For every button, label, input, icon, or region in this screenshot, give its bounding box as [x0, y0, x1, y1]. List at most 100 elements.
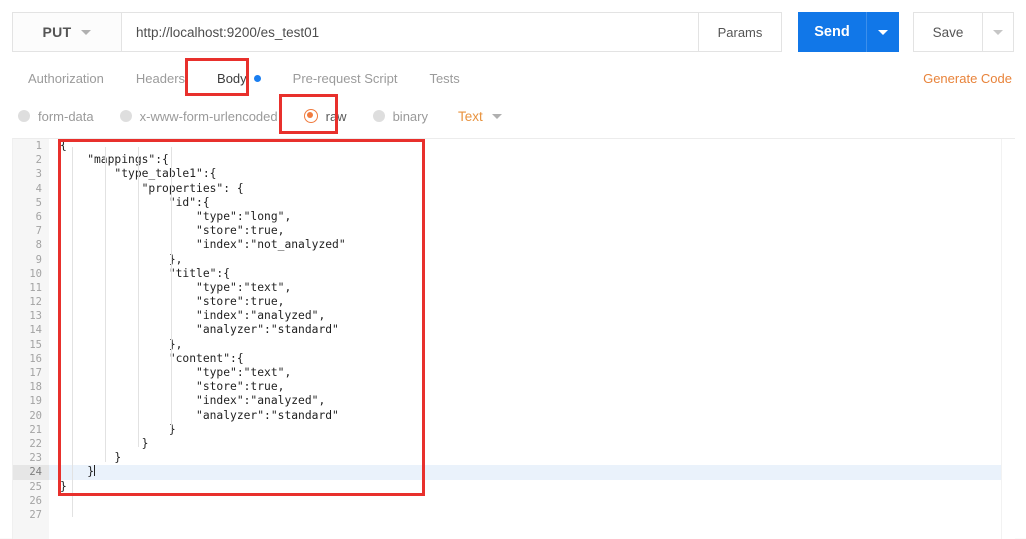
code-line[interactable]: "analyzer":"standard"	[49, 409, 1015, 423]
line-number: 21	[29, 423, 42, 436]
code-line[interactable]: }	[49, 437, 1015, 451]
tab-label: Headers	[135, 70, 186, 86]
line-number: 7	[35, 225, 42, 238]
code-line[interactable]: }	[49, 451, 1015, 465]
text-cursor	[94, 465, 96, 477]
tab-tests[interactable]: Tests	[413, 60, 475, 96]
code-line[interactable]	[49, 508, 1015, 522]
params-button[interactable]: Params	[699, 12, 782, 52]
code-line[interactable]: "title":{	[49, 267, 1015, 281]
line-number: 25	[29, 480, 42, 493]
line-number: 11	[29, 281, 42, 294]
line-number: 20	[29, 409, 42, 422]
save-options-button[interactable]	[982, 12, 1014, 52]
http-method-label: PUT	[42, 24, 72, 40]
code-line[interactable]: "id":{	[49, 196, 1015, 210]
code-line[interactable]: },	[49, 338, 1015, 352]
chevron-down-icon	[81, 29, 92, 35]
request-tabs: Authorization Headers Body Pre-request S…	[0, 60, 1026, 96]
code-line[interactable]: },	[49, 253, 1015, 267]
code-line[interactable]: "index":"analyzed",	[49, 309, 1015, 323]
tab-authorization[interactable]: Authorization	[12, 60, 120, 96]
radio-icon[interactable]	[372, 110, 385, 122]
radio-icon[interactable]	[119, 110, 132, 122]
editor-line-numbers: 1 2 3 4 5 6 7 8 9 10 11 12 13 14 15 16 17 18 19 20 21 22 23 24 2…	[13, 139, 50, 539]
code-line[interactable]: "type":"long",	[49, 210, 1015, 224]
url-input-wrapper[interactable]	[121, 12, 699, 52]
code-line[interactable]: "store":true,	[49, 224, 1015, 238]
send-options-button[interactable]	[866, 12, 899, 52]
tab-body[interactable]: Body	[201, 60, 277, 96]
content-type-label: Text	[458, 108, 483, 124]
code-line[interactable]	[49, 494, 1015, 508]
code-line[interactable]: "type":"text",	[49, 366, 1015, 380]
body-type-row: form-data x-www-form-urlencoded raw bina…	[0, 96, 1026, 136]
line-number: 1	[35, 140, 42, 152]
send-button-group: Send	[798, 12, 899, 52]
tab-label: Body	[217, 70, 247, 86]
tab-label: Authorization	[28, 70, 104, 86]
body-type-label: raw	[325, 108, 347, 124]
content-type-selector[interactable]: Text	[458, 109, 502, 124]
scrollbar-thumb[interactable]	[1006, 141, 1012, 261]
line-number: 22	[29, 437, 42, 450]
line-number: 8	[35, 239, 42, 252]
body-type-binary[interactable]: binary	[372, 108, 428, 124]
line-number: 18	[29, 381, 42, 394]
body-content-indicator-dot	[253, 74, 261, 82]
code-line[interactable]: "type_table1":{	[49, 167, 1015, 181]
generate-code-link[interactable]: Generate Code	[923, 60, 1012, 96]
code-line[interactable]: }	[49, 423, 1015, 437]
chevron-down-icon	[491, 113, 502, 119]
url-input[interactable]	[122, 13, 698, 51]
request-url-bar: PUT Params Send Save	[12, 12, 1014, 52]
params-label: Params	[717, 24, 763, 40]
code-line[interactable]: "index":"analyzed",	[49, 394, 1015, 408]
line-number: 23	[29, 452, 42, 465]
body-type-label: form-data	[38, 108, 94, 124]
save-label: Save	[932, 24, 964, 40]
line-number: 9	[35, 253, 42, 266]
body-type-x-www-form-urlencoded[interactable]: x-www-form-urlencoded	[119, 109, 278, 124]
generate-code-label: Generate Code	[923, 70, 1012, 86]
tab-label: Pre-request Script	[292, 70, 398, 86]
send-button[interactable]: Send	[798, 12, 866, 52]
body-type-form-data[interactable]: form-data	[18, 109, 94, 124]
code-line[interactable]: "store":true,	[49, 295, 1015, 309]
body-type-label: binary	[392, 108, 428, 124]
code-line[interactable]: "analyzer":"standard"	[49, 323, 1015, 337]
line-number: 12	[29, 296, 42, 309]
code-line[interactable]: "mappings":{	[49, 153, 1015, 167]
line-number: 3	[35, 168, 42, 181]
postman-request-builder: PUT Params Send Save	[0, 0, 1026, 539]
line-number: 13	[29, 310, 42, 323]
save-button[interactable]: Save	[913, 12, 982, 52]
chevron-down-icon	[993, 29, 1003, 35]
tab-pre-request-script[interactable]: Pre-request Script	[277, 60, 414, 96]
send-label: Send	[814, 24, 850, 40]
body-type-raw[interactable]: raw	[303, 108, 347, 124]
radio-selected-icon[interactable]	[303, 109, 318, 123]
chevron-down-icon	[878, 29, 888, 35]
code-line[interactable]: "type":"text",	[49, 281, 1015, 295]
code-line[interactable]: "store":true,	[49, 380, 1015, 394]
code-line[interactable]: {	[49, 139, 1015, 153]
tab-headers[interactable]: Headers	[120, 60, 201, 96]
line-number: 24	[13, 465, 49, 480]
line-number: 14	[29, 324, 42, 337]
line-number: 10	[29, 267, 42, 280]
code-line[interactable]: "content":{	[49, 352, 1015, 366]
radio-icon[interactable]	[18, 110, 30, 122]
line-number: 15	[29, 338, 42, 351]
line-number: 6	[35, 210, 42, 223]
http-method-selector[interactable]: PUT	[12, 12, 121, 52]
editor-code-area[interactable]: { "mappings":{ "type_table1":{ "properti…	[49, 139, 1015, 539]
code-line[interactable]: "index":"not_analyzed"	[49, 238, 1015, 252]
tab-label: Tests	[429, 70, 460, 86]
code-line[interactable]: }	[49, 465, 1015, 480]
request-body-editor[interactable]: 1 2 3 4 5 6 7 8 9 10 11 12 13 14 15 16 17 18 19 20 21 22 23 24 2…	[12, 138, 1015, 539]
line-number: 19	[29, 395, 42, 408]
code-line[interactable]: "properties": {	[49, 182, 1015, 196]
code-line[interactable]: }	[49, 480, 1015, 494]
editor-vertical-scrollbar[interactable]	[1001, 139, 1015, 539]
